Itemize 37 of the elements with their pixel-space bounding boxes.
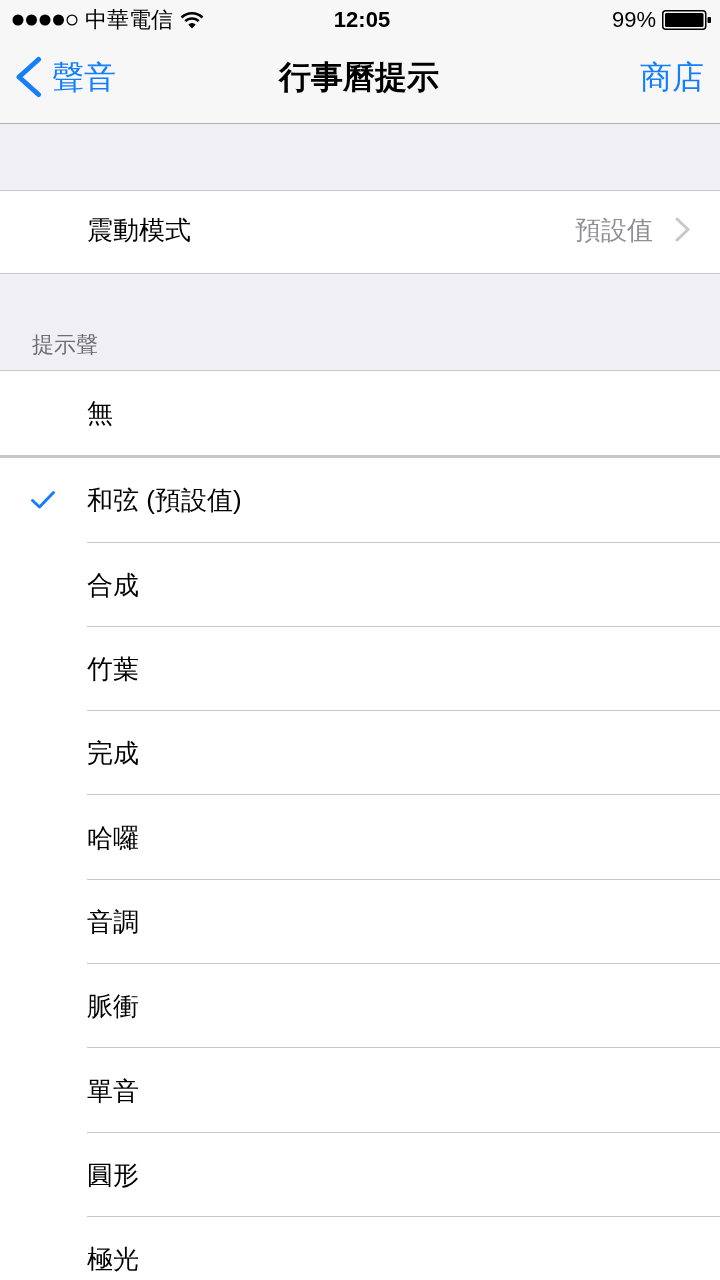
- tone-option[interactable]: 和弦 (預設值): [0, 458, 720, 543]
- setting-value: 預設值: [575, 213, 653, 247]
- back-button[interactable]: 聲音: [14, 56, 116, 98]
- tone-option[interactable]: 合成: [0, 542, 720, 627]
- back-chevron-icon: [14, 56, 42, 98]
- tone-option[interactable]: 圓形: [0, 1132, 720, 1217]
- tone-name: 無: [87, 397, 113, 431]
- tone-name: 合成: [87, 568, 139, 602]
- wifi-icon: [180, 10, 204, 29]
- tone-option[interactable]: 哈囉: [0, 795, 720, 880]
- tone-option[interactable]: 完成: [0, 711, 720, 796]
- battery-percentage: 99%: [611, 6, 656, 33]
- carrier-name: 中華電信: [85, 6, 173, 33]
- section-header: 提示聲: [32, 332, 98, 358]
- tone-option[interactable]: 極光: [0, 1216, 720, 1280]
- screen-title: 行事曆提示: [279, 58, 439, 97]
- tone-option[interactable]: 脈衝: [0, 964, 720, 1049]
- tone-option[interactable]: 無: [0, 371, 720, 456]
- store-button[interactable]: 商店: [640, 57, 704, 97]
- tone-name: 竹葉: [87, 653, 139, 687]
- clock-time: 12:05: [333, 6, 391, 33]
- tone-name: 和弦 (預設值): [87, 484, 242, 518]
- tone-name: 極光: [87, 1243, 139, 1277]
- tone-option[interactable]: 竹葉: [0, 626, 720, 712]
- tone-name: 哈囉: [87, 821, 139, 855]
- tone-name: 圓形: [87, 1158, 139, 1192]
- tone-name: 完成: [87, 737, 139, 771]
- tone-option[interactable]: 音調: [0, 879, 720, 965]
- tone-name: 音調: [87, 905, 139, 939]
- tone-option[interactable]: 單音: [0, 1048, 720, 1133]
- tone-name: 單音: [87, 1074, 139, 1108]
- chevron-right-icon: [675, 217, 690, 242]
- tone-name: 脈衝: [87, 990, 139, 1024]
- signal-strength-icon: [12, 13, 78, 26]
- setting-label: 震動模式: [87, 213, 192, 247]
- battery-icon: [662, 9, 712, 30]
- vibration-row[interactable]: 震動模式 預設值: [0, 191, 720, 273]
